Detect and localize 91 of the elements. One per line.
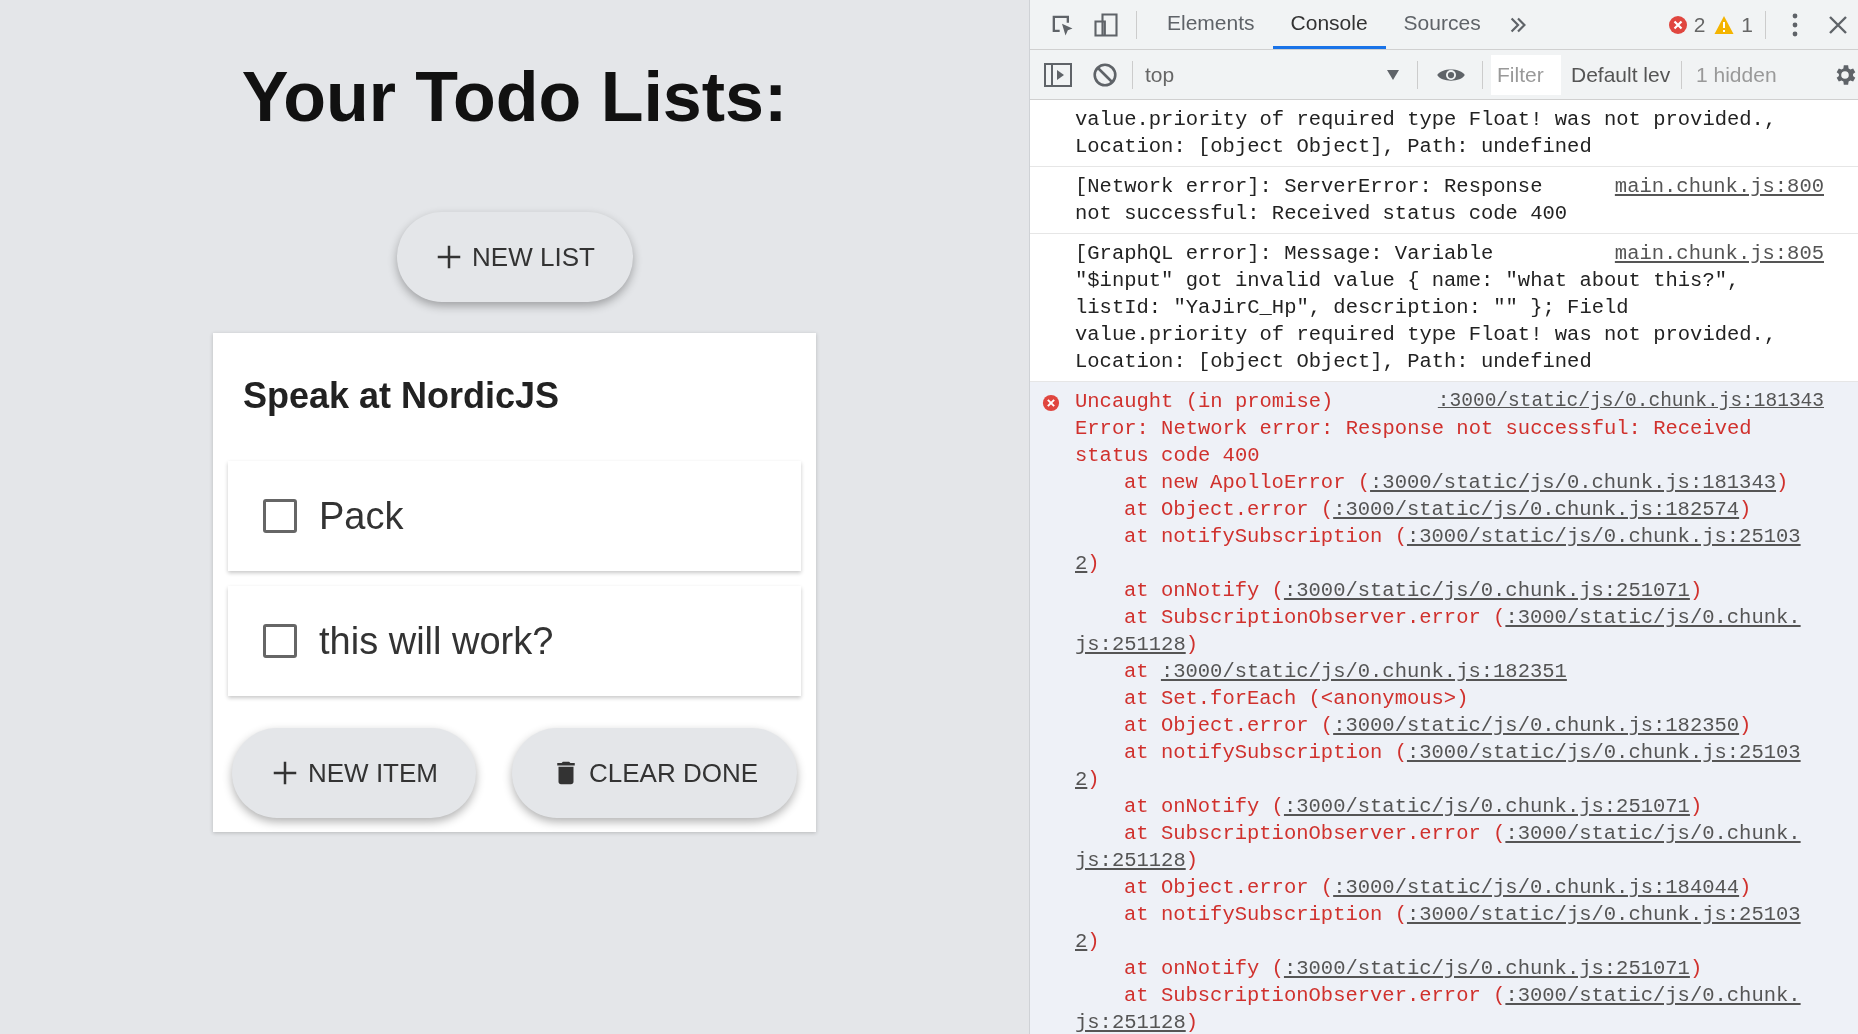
checkbox[interactable] bbox=[263, 624, 297, 658]
list-title: Speak at NordicJS bbox=[242, 374, 561, 418]
stack-link[interactable]: :3000/static/js/0.chunk.js:182350 bbox=[1333, 714, 1740, 737]
stack-frame: at notifySubscription ( bbox=[1124, 741, 1407, 764]
stack-frame: ) bbox=[1185, 633, 1199, 656]
source-link[interactable]: :3000/static/js/0.chunk.js:181343 bbox=[1437, 388, 1824, 415]
stack-frame: at onNotify ( bbox=[1124, 795, 1284, 818]
todo-item[interactable]: this will work? bbox=[228, 586, 801, 696]
console-text: Location: [object Object], Path: undefined bbox=[1075, 349, 1592, 375]
console-text: listId: "YaJirC_Hp", description: "" }; Field bbox=[1075, 295, 1629, 321]
stack-frame: ) bbox=[1087, 768, 1100, 791]
warning-count[interactable]: 1 bbox=[1741, 8, 1753, 41]
stack-frame: at SubscriptionObserver.error ( bbox=[1124, 606, 1506, 629]
stack-frame: at SubscriptionObserver.error ( bbox=[1124, 822, 1506, 845]
todo-item[interactable]: Pack bbox=[228, 461, 801, 571]
clear-done-button[interactable]: CLEAR DONE bbox=[512, 728, 797, 818]
more-options-icon[interactable] bbox=[1792, 12, 1798, 37]
console-text: [GraphQL error]: Message: Variable bbox=[1075, 241, 1494, 267]
console-text: Uncaught (in promise) bbox=[1075, 389, 1334, 415]
stack-link[interactable]: 2 bbox=[1075, 552, 1088, 575]
stack-frame: ) bbox=[1689, 795, 1703, 818]
page-heading: Your Todo Lists: bbox=[241, 62, 788, 132]
clear-console-icon[interactable] bbox=[1092, 61, 1118, 88]
stack-frame: ) bbox=[1739, 498, 1752, 521]
warning-icon bbox=[1713, 14, 1736, 35]
stack-link[interactable]: :3000/static/js/0.chunk.js:251071 bbox=[1283, 957, 1690, 980]
console-text: value.priority of required type Float! was not provided., bbox=[1075, 322, 1777, 348]
filter-field[interactable]: Filter bbox=[1491, 54, 1561, 95]
stack-frame: ) bbox=[1739, 876, 1752, 899]
context-dropdown[interactable]: top bbox=[1145, 58, 1407, 91]
stack-frame: at Set.forEach (<anonymous>) bbox=[1124, 687, 1469, 710]
console-text: "$input" got invalid value { name: "what about this?", bbox=[1075, 268, 1740, 294]
source-link[interactable]: main.chunk.js:800 bbox=[1614, 173, 1824, 200]
stack-frame: at notifySubscription ( bbox=[1124, 525, 1407, 548]
stack-frame: ) bbox=[1087, 552, 1100, 575]
stack-link[interactable]: :3000/static/js/0.chunk.js:184044 bbox=[1333, 876, 1740, 899]
stack-link[interactable]: 2 bbox=[1075, 768, 1088, 791]
close-icon[interactable] bbox=[1828, 14, 1848, 35]
console-text: [Network error]: ServerError: Response bbox=[1075, 174, 1543, 200]
stack-link[interactable]: :3000/static/js/0.chunk. bbox=[1505, 984, 1801, 1007]
stack-link[interactable]: :3000/static/js/0.chunk.js:251071 bbox=[1283, 795, 1690, 818]
item-label: Pack bbox=[319, 493, 404, 539]
stack-frame: ) bbox=[1689, 579, 1703, 602]
stack-frame: ) bbox=[1185, 1011, 1199, 1034]
stack-link[interactable]: :3000/static/js/0.chunk. bbox=[1505, 822, 1801, 845]
stack-frame: at onNotify ( bbox=[1124, 957, 1284, 980]
stack-link[interactable]: :3000/static/js/0.chunk.js:251071 bbox=[1283, 579, 1690, 602]
stack-link[interactable]: :3000/static/js/0.chunk.js:25103 bbox=[1406, 525, 1801, 548]
stack-link[interactable]: :3000/static/js/0.chunk.js:25103 bbox=[1406, 903, 1801, 926]
stack-link[interactable]: js:251128 bbox=[1075, 1011, 1186, 1034]
stack-frame: ) bbox=[1739, 714, 1752, 737]
stack-frame: ) bbox=[1185, 849, 1199, 872]
stack-link[interactable]: :3000/static/js/0.chunk.js:25103 bbox=[1406, 741, 1801, 764]
item-label: this will work? bbox=[319, 618, 554, 664]
add-button[interactable]: NEW ITEM bbox=[232, 728, 476, 818]
devtools-tab[interactable]: Elements bbox=[1149, 0, 1273, 49]
console-text: Error: Network error: Response not successful: Received bbox=[1075, 416, 1752, 442]
error-icon bbox=[1667, 14, 1688, 35]
console-text: value.priority of required type Float! was not provided., bbox=[1075, 107, 1777, 133]
stack-frame: at Object.error ( bbox=[1124, 876, 1334, 899]
stack-link[interactable]: js:251128 bbox=[1075, 849, 1186, 872]
stack-frame: ) bbox=[1689, 957, 1703, 980]
stack-frame: at Object.error ( bbox=[1124, 498, 1334, 521]
error-count[interactable]: 2 bbox=[1693, 8, 1706, 41]
log-levels-dropdown[interactable]: Default lev bbox=[1571, 58, 1675, 91]
stack-frame: at new ApolloError ( bbox=[1124, 471, 1371, 494]
console-text: status code 400 bbox=[1075, 443, 1260, 469]
dropdown-arrow-icon bbox=[1387, 69, 1399, 80]
sidebar-toggle-icon[interactable] bbox=[1044, 62, 1072, 87]
stack-frame: at onNotify ( bbox=[1124, 579, 1284, 602]
device-icon[interactable] bbox=[1092, 10, 1120, 39]
console-text: Location: [object Object], Path: undefined bbox=[1075, 134, 1592, 160]
stack-frame: at notifySubscription ( bbox=[1124, 903, 1407, 926]
stack-frame: ) bbox=[1087, 930, 1100, 953]
stack-frame: ) bbox=[1776, 471, 1789, 494]
stack-frame: at bbox=[1124, 660, 1161, 683]
stack-link[interactable]: 2 bbox=[1075, 930, 1088, 953]
stack-link[interactable]: :3000/static/js/0.chunk.js:181343 bbox=[1370, 471, 1776, 494]
devtools-tab[interactable]: Sources bbox=[1385, 0, 1499, 49]
stack-frame: at Object.error ( bbox=[1124, 714, 1334, 737]
source-link[interactable]: main.chunk.js:805 bbox=[1614, 240, 1824, 267]
console-text: not successful: Received status code 400 bbox=[1075, 201, 1568, 227]
checkbox[interactable] bbox=[263, 499, 297, 533]
stack-link[interactable]: :3000/static/js/0.chunk.js:182574 bbox=[1333, 498, 1740, 521]
error-icon bbox=[1042, 394, 1060, 412]
stack-link[interactable]: :3000/static/js/0.chunk. bbox=[1505, 606, 1801, 629]
stack-frame: at SubscriptionObserver.error ( bbox=[1124, 984, 1506, 1007]
stack-link[interactable]: :3000/static/js/0.chunk.js:182351 bbox=[1160, 660, 1567, 683]
stack-link[interactable]: js:251128 bbox=[1075, 633, 1186, 656]
new-list-button[interactable]: NEW LIST bbox=[396, 212, 633, 302]
hidden-count: 1 hidden bbox=[1696, 61, 1777, 88]
